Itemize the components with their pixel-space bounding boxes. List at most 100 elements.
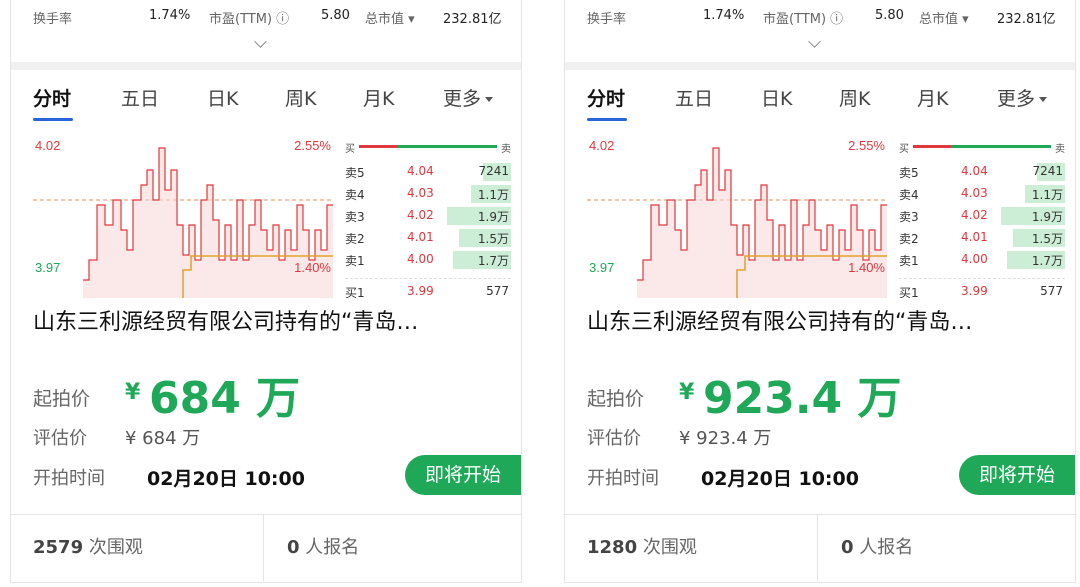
currency-symbol: ¥ <box>679 380 695 405</box>
row-volume: 1.9万 <box>1031 210 1063 224</box>
row-volume: 1.7万 <box>477 254 509 268</box>
row-label: 卖1 <box>345 254 365 268</box>
row-label: 卖3 <box>345 210 365 224</box>
buy-sell-ratio-bar: 买 卖 <box>899 140 1065 155</box>
estimate-value: ¥ 923.4 万 <box>679 428 772 449</box>
tab-weekly-k[interactable]: 周K <box>285 84 316 111</box>
row-volume: 1.1万 <box>1031 188 1063 202</box>
estimate-row: 评估价 ¥ 923.4 万 <box>587 424 771 450</box>
tab-more-label: 更多 <box>997 88 1036 110</box>
orderbook-row: 卖3 4.02 1.9万 <box>345 206 511 226</box>
auction-card-1[interactable]: 换手率 1.74% 市盈(TTM) ⓘ 5.80 总市值 ▾ 232.81亿 分… <box>10 0 522 583</box>
divider <box>11 62 521 70</box>
signup-count: 0 <box>841 537 854 558</box>
sell-label: 卖 <box>1055 144 1065 155</box>
orderbook-row: 卖5 4.04 7241 <box>899 162 1065 182</box>
pe-label[interactable]: 市盈(TTM) ⓘ <box>209 8 289 27</box>
row-price: 4.01 <box>407 230 434 244</box>
pe-label[interactable]: 市盈(TTM) ⓘ <box>763 8 843 27</box>
intraday-chart[interactable]: 4.02 3.97 2.55% 1.40% <box>587 130 887 300</box>
tab-five-day[interactable]: 五日 <box>675 84 713 111</box>
start-time-label: 开拍时间 <box>33 468 105 489</box>
turnover-label: 换手率 <box>33 12 73 27</box>
price-high-label: 4.02 <box>589 138 614 153</box>
chart-tabs: 分时 五日 日K 周K 月K 更多 <box>565 70 1075 126</box>
row-price: 4.04 <box>407 164 434 178</box>
mcap-value: 232.81亿 <box>997 12 1056 27</box>
price-low-label: 3.97 <box>589 260 614 275</box>
buy-sell-ratio-bar: 买 卖 <box>345 140 511 155</box>
auction-card-2[interactable]: 换手率 1.74% 市盈(TTM) ⓘ 5.80 总市值 ▾ 232.81亿 分… <box>564 0 1076 583</box>
stock-quote-strip: 换手率 1.74% 市盈(TTM) ⓘ 5.80 总市值 ▾ 232.81亿 <box>565 0 1075 66</box>
start-time-label: 开拍时间 <box>587 468 659 489</box>
buy-ratio-fill <box>913 145 951 148</box>
pct-low-label: 1.40% <box>294 260 331 275</box>
start-price-label: 起拍价 <box>587 388 645 410</box>
row-price: 3.99 <box>407 284 434 298</box>
tab-more[interactable]: 更多 <box>443 84 494 111</box>
tab-intraday[interactable]: 分时 <box>587 84 625 111</box>
row-label: 卖4 <box>899 188 919 202</box>
divider <box>345 278 511 279</box>
price-low-label: 3.97 <box>35 260 60 275</box>
orderbook-row: 卖2 4.01 1.5万 <box>899 228 1065 248</box>
row-label: 卖1 <box>899 254 919 268</box>
estimate-value: ¥ 684 万 <box>125 428 201 449</box>
divider <box>565 62 1075 70</box>
orderbook-row: 卖1 4.00 1.7万 <box>899 250 1065 270</box>
row-label: 卖4 <box>345 188 365 202</box>
tab-monthly-k[interactable]: 月K <box>917 84 948 111</box>
row-label: 卖5 <box>345 166 365 180</box>
orderbook-row: 卖3 4.02 1.9万 <box>899 206 1065 226</box>
row-volume: 577 <box>486 284 509 298</box>
start-price-value: 684 万 <box>149 373 301 424</box>
views-label: 次围观 <box>88 537 143 558</box>
buy-ratio-fill <box>359 145 397 148</box>
turnover-label: 换手率 <box>587 12 627 27</box>
tab-daily-k[interactable]: 日K <box>207 84 238 111</box>
status-badge: 即将开始 <box>405 455 521 495</box>
auction-title[interactable]: 山东三利源经贸有限公司持有的“青岛… <box>33 298 503 348</box>
intraday-chart[interactable]: 4.02 3.97 2.55% 1.40% <box>33 130 333 300</box>
tab-more[interactable]: 更多 <box>997 84 1048 111</box>
signup-stat: 0 人报名 <box>287 515 359 581</box>
tab-indicator <box>33 118 73 121</box>
intraday-chart-svg: 4.02 3.97 2.55% 1.40% <box>587 138 887 300</box>
pct-high-label: 2.55% <box>294 138 331 153</box>
row-price: 4.02 <box>407 208 434 222</box>
row-price: 4.02 <box>961 208 988 222</box>
intraday-chart-svg: 4.02 3.97 2.55% 1.40% <box>33 138 333 300</box>
tab-daily-k[interactable]: 日K <box>761 84 792 111</box>
signup-label: 人报名 <box>305 537 360 558</box>
sell-ratio-fill <box>397 145 497 148</box>
turnover-value: 1.74% <box>703 8 745 23</box>
buy-label: 买 <box>899 144 909 155</box>
footer-divider <box>817 515 818 581</box>
row-volume: 1.9万 <box>477 210 509 224</box>
tab-monthly-k[interactable]: 月K <box>363 84 394 111</box>
row-label: 卖3 <box>899 210 919 224</box>
chevron-down-icon[interactable] <box>808 35 821 48</box>
mcap-label[interactable]: 总市值 ▾ <box>365 8 415 27</box>
estimate-label: 评估价 <box>587 428 641 449</box>
mcap-label[interactable]: 总市值 ▾ <box>919 8 969 27</box>
divider <box>899 278 1065 279</box>
signup-stat: 0 人报名 <box>841 515 913 581</box>
orderbook-row: 卖4 4.03 1.1万 <box>345 184 511 204</box>
row-volume: 7241 <box>478 164 509 178</box>
row-volume: 1.1万 <box>477 188 509 202</box>
pct-low-label: 1.40% <box>848 260 885 275</box>
tab-five-day[interactable]: 五日 <box>121 84 159 111</box>
tab-intraday[interactable]: 分时 <box>33 84 71 111</box>
chevron-down-icon[interactable] <box>254 35 267 48</box>
sell-ratio-fill <box>951 145 1051 148</box>
chart-tabs: 分时 五日 日K 周K 月K 更多 <box>11 70 521 126</box>
row-price: 4.00 <box>961 252 988 266</box>
card-footer: 1280 次围观 0 人报名 <box>565 514 1075 581</box>
pe-value: 5.80 <box>321 8 350 23</box>
pe-value: 5.80 <box>875 8 904 23</box>
auction-title[interactable]: 山东三利源经贸有限公司持有的“青岛… <box>587 298 1057 348</box>
tab-weekly-k[interactable]: 周K <box>839 84 870 111</box>
turnover-value: 1.74% <box>149 8 191 23</box>
buy-label: 买 <box>345 144 355 155</box>
